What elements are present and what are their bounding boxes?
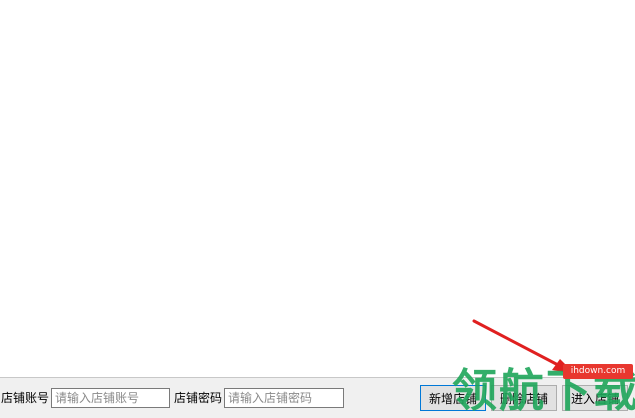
account-input[interactable] xyxy=(51,388,170,408)
password-label: 店铺密码 xyxy=(174,391,223,405)
password-input[interactable] xyxy=(224,388,344,408)
shop-list-area xyxy=(0,0,635,378)
account-label: 店铺账号 xyxy=(1,391,50,405)
watermark-badge: ihdown.com xyxy=(563,364,633,379)
